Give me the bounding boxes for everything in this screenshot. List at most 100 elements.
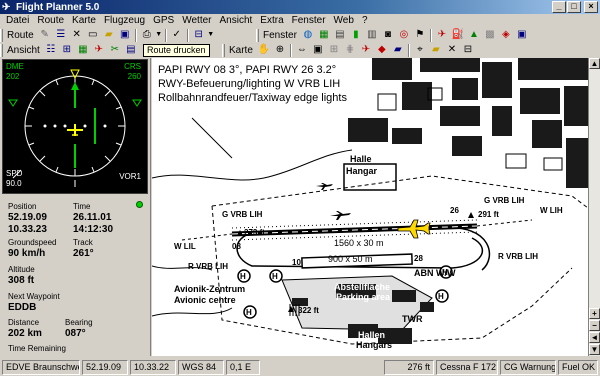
map-overlay-button[interactable]: ▰ [390,43,406,58]
pan-hand-icon[interactable]: ✋ [256,43,272,58]
map-vertical-scrollbar[interactable]: ▲ + − ◄ ▼ [588,58,600,356]
zoom-icon[interactable]: ⊕ [272,43,288,58]
close-button[interactable]: × [584,1,598,13]
map-label-w-lil: W LIL [174,242,196,251]
view-grid-button[interactable]: ⊞ [59,43,75,58]
ansicht-toolbar-label: Ansicht [7,44,40,56]
view-tools-button[interactable]: ✂ [107,43,123,58]
scroll-left-icon[interactable]: ◄ [589,332,600,343]
date-value: 26.11.01 [73,212,112,223]
altitude-value: 308 ft [8,275,35,286]
route-toolbar-label: Route [7,29,34,41]
globe-icon[interactable]: ◍ [300,28,316,43]
crs-label: CRS [124,62,141,71]
vor-label: VOR1 [119,172,141,181]
map-color-button[interactable]: ◆ [374,43,390,58]
aircraft-window-button[interactable]: ✈ [434,28,450,43]
menu-web[interactable]: Web [330,14,358,27]
map-label-rwy-10: 10 [292,258,301,267]
map-label-avionik-de: Avionik-Zentrum [174,284,246,294]
status-cg-warning: CG Warnung [500,359,556,375]
menu-datei[interactable]: Datei [2,14,33,27]
airport-window-button[interactable]: ▤ [332,28,348,43]
info-window-button[interactable]: ▩ [482,28,498,43]
display-window-button[interactable]: ▣ [514,28,530,43]
map-label-elev-273: 273 ft [244,228,265,237]
menu-ansicht[interactable]: Ansicht [216,14,257,27]
view-list-button[interactable]: ☷ [43,43,59,58]
map-flight-button[interactable]: ✈ [358,43,374,58]
menu-help[interactable]: ? [358,14,372,27]
flag-window-button[interactable]: ⚑ [412,28,428,43]
ansicht-toolbar: Ansicht ☷ ⊞ ▦ ✈ ✂ ▤ [0,42,140,58]
view-detail-button[interactable]: ▦ [75,43,91,58]
print-dropdown-icon[interactable]: ▼ [155,28,163,43]
check-button[interactable]: ✓ [169,28,185,43]
alert-window-button[interactable]: ▲ [466,28,482,43]
measure-button[interactable]: ⇔ [294,43,310,58]
bearing-label: Bearing [65,318,93,327]
menu-gps[interactable]: GPS [149,14,178,27]
route-list-button[interactable]: ☰ [53,28,69,43]
map-label-rwy-28: 28 [414,254,423,263]
next-waypoint-value: EDDB [8,302,37,313]
scroll-down-icon[interactable]: ▼ [589,344,600,355]
zoom-out-icon[interactable]: − [589,320,600,331]
dme-value: 202 [6,72,20,81]
map-label-r-vrb-lih-right: R VRB LIH [498,252,538,261]
weather-window-button[interactable]: ▮ [348,28,364,43]
groundspeed-value: 90 km/h [8,248,46,259]
position-lon: 10.33.23 [8,224,47,235]
aircraft-position-icon [397,219,431,239]
delete-button[interactable]: ✕ [69,28,85,43]
grid-button[interactable]: ⊞ [326,43,342,58]
map-label-elev-322: 322 ft [298,306,319,315]
scroll-up-icon[interactable]: ▲ [589,58,600,69]
view-panel-button[interactable]: ▤ [123,43,139,58]
crs-value: 260 [127,72,141,81]
compass-window-button[interactable]: ◎ [396,28,412,43]
map-label-abstell-en: Parking area [336,292,391,302]
export-dropdown-icon[interactable]: ▼ [207,28,215,43]
menu-karte[interactable]: Karte [68,14,100,27]
map-label-avionik-en: Avionic centre [174,295,236,305]
fuel-window-button[interactable]: ⛽ [450,28,466,43]
map-window-button[interactable]: ▦ [316,28,332,43]
menu-flugzeug[interactable]: Flugzeug [100,14,149,27]
open-map-button[interactable]: ▰ [428,43,444,58]
status-lon: 10.33.22 [130,359,176,375]
map-label-halle: Halle [350,154,372,164]
airport-chart-map[interactable]: PAPI RWY 08 3°, PAPI RWY 26 3.2° RWY-Bef… [152,58,588,356]
minimize-button[interactable]: _ [552,1,566,13]
zoom-in-icon[interactable]: + [589,308,600,319]
menu-wetter[interactable]: Wetter [178,14,215,27]
save-button[interactable]: ▣ [117,28,133,43]
flight-info-panel: DME 202 CRS 260 SPD 90.0 VOR1 Position T… [0,58,151,356]
scale-button[interactable]: ⋕ [342,43,358,58]
maximize-button[interactable]: □ [567,1,581,13]
map-label-hangars: Hangars [356,340,393,350]
track-value: 261° [73,248,94,259]
map-label-heli-2: H [272,272,278,281]
map-label-abstell-de: Abstellfläche [334,282,391,292]
print-route-button[interactable]: ⎙ [139,28,155,43]
edit-route-button[interactable]: ✎ [37,28,53,43]
center-map-button[interactable]: ⌖ [412,43,428,58]
new-route-button[interactable]: ▭ [85,28,101,43]
close-map-button[interactable]: ✕ [444,43,460,58]
map-taxiway-lights-text: Rollbahnrandfeuer/Taxiway edge lights [158,92,347,104]
map-layer-button[interactable]: ▣ [310,43,326,58]
airplane-app-icon[interactable]: ✈ [2,2,13,13]
view-aircraft-button[interactable]: ✈ [91,43,107,58]
gps-window-button[interactable]: ◙ [380,28,396,43]
open-folder-button[interactable]: ▰ [101,28,117,43]
spd-label: SPD [6,169,23,178]
map-settings-button[interactable]: ⊟ [460,43,476,58]
menu-fenster[interactable]: Fenster [288,14,330,27]
export-button[interactable]: ⊟ [191,28,207,43]
menu-extra[interactable]: Extra [256,14,287,27]
map-label-g-vrb-lih-right: G VRB LIH [484,196,525,205]
menu-route[interactable]: Route [33,14,68,27]
data-window-button[interactable]: ▥ [364,28,380,43]
settings-window-button[interactable]: ◈ [498,28,514,43]
